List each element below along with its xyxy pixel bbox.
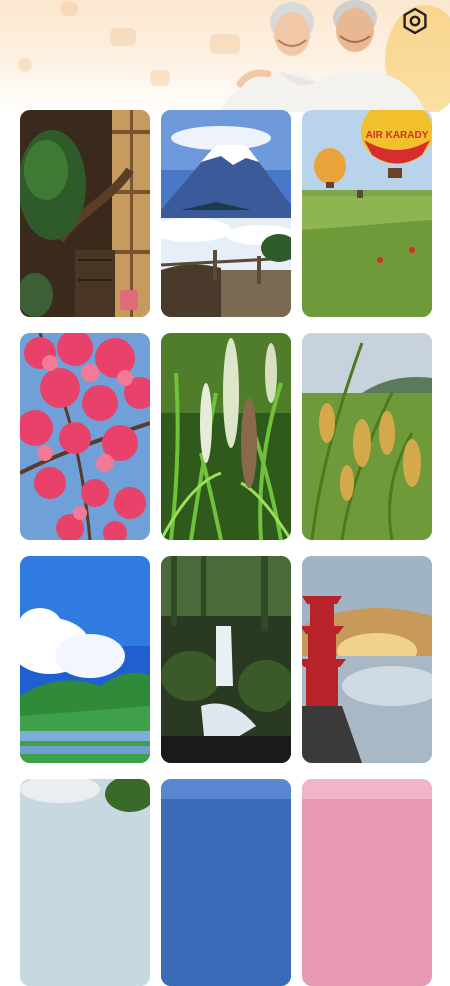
decor-shape	[60, 2, 78, 16]
wallpaper-tile-balloons[interactable]: AIR KARADY	[302, 110, 432, 317]
decor-shape	[110, 28, 136, 46]
wallpaper-tile-pagoda[interactable]	[302, 556, 432, 763]
wallpaper-image	[161, 333, 291, 540]
balloon-text: AIR KARADY	[366, 130, 429, 141]
wallpaper-image	[20, 779, 150, 986]
wallpaper-tile-garden[interactable]	[20, 110, 150, 317]
wallpaper-tile-pink[interactable]	[302, 779, 432, 986]
wallpaper-image	[302, 333, 432, 540]
wallpaper-image	[161, 110, 291, 317]
wallpaper-image	[20, 333, 150, 540]
wallpaper-image	[302, 779, 432, 986]
wallpaper-tile-waterfall[interactable]	[161, 556, 291, 763]
wallpaper-image	[302, 556, 432, 763]
wallpaper-image	[20, 556, 150, 763]
header-banner	[0, 0, 450, 112]
wallpaper-image	[161, 779, 291, 986]
settings-icon	[403, 7, 427, 35]
decor-shape	[150, 70, 170, 86]
wallpaper-grid: AIR KARADY	[20, 110, 432, 986]
wallpaper-tile-rice[interactable]	[302, 333, 432, 540]
wallpaper-image	[161, 556, 291, 763]
wallpaper-tile-fuji[interactable]	[161, 110, 291, 317]
wallpaper-tile-blue[interactable]	[161, 779, 291, 986]
wallpaper-tile-sky-terraces[interactable]	[20, 556, 150, 763]
wallpaper-tile-cloudy[interactable]	[20, 779, 150, 986]
wallpaper-image: AIR KARADY	[302, 110, 432, 317]
wallpaper-tile-cherry-blossom[interactable]	[20, 333, 150, 540]
wallpaper-tile-grass[interactable]	[161, 333, 291, 540]
wallpaper-image	[20, 110, 150, 317]
decor-shape	[18, 58, 32, 72]
settings-button[interactable]	[400, 6, 430, 36]
